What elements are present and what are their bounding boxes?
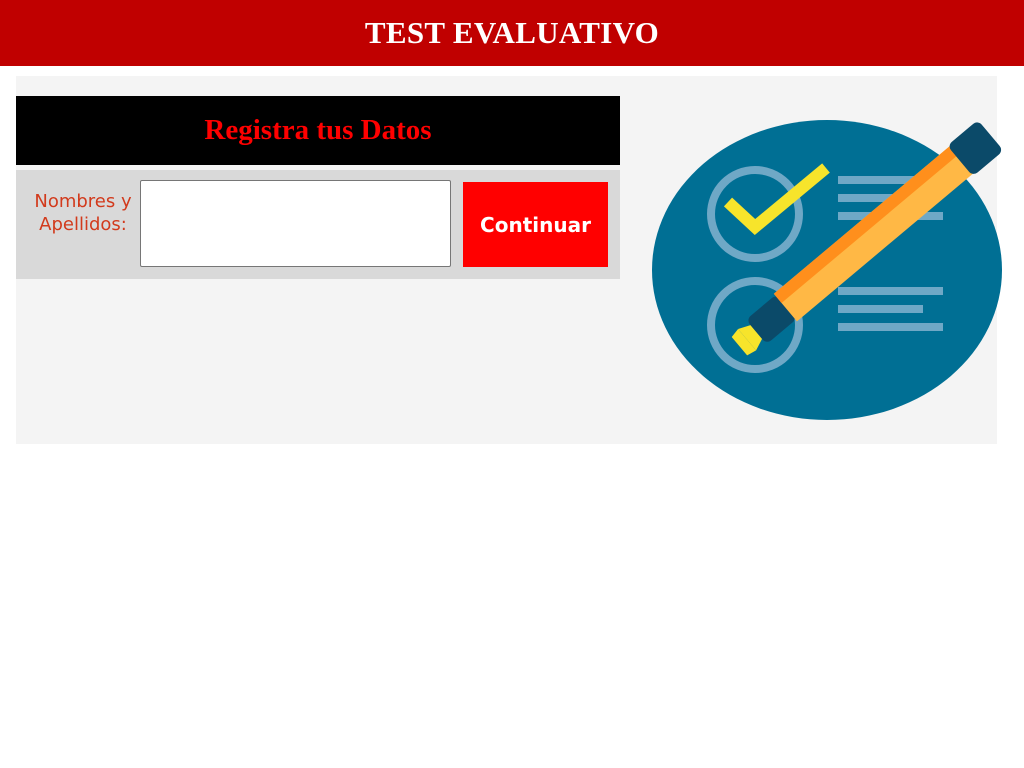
name-field[interactable] bbox=[140, 180, 451, 267]
name-field-label: Nombres y Apellidos: bbox=[34, 191, 132, 235]
main-panel: Registra tus Datos Nombres y Apellidos: … bbox=[16, 76, 1002, 444]
page-header: TEST EVALUATIVO bbox=[0, 0, 1024, 66]
continue-button[interactable]: Continuar bbox=[463, 182, 608, 267]
form-title: Registra tus Datos bbox=[204, 114, 432, 146]
text-line bbox=[838, 287, 943, 295]
page-title: TEST EVALUATIVO bbox=[364, 15, 660, 50]
checklist-with-pencil-icon bbox=[652, 120, 1002, 420]
form-title-bar: Registra tus Datos bbox=[16, 96, 620, 165]
text-line bbox=[838, 323, 943, 331]
text-line bbox=[838, 305, 923, 313]
form-row: Nombres y Apellidos: Continuar bbox=[16, 170, 620, 279]
